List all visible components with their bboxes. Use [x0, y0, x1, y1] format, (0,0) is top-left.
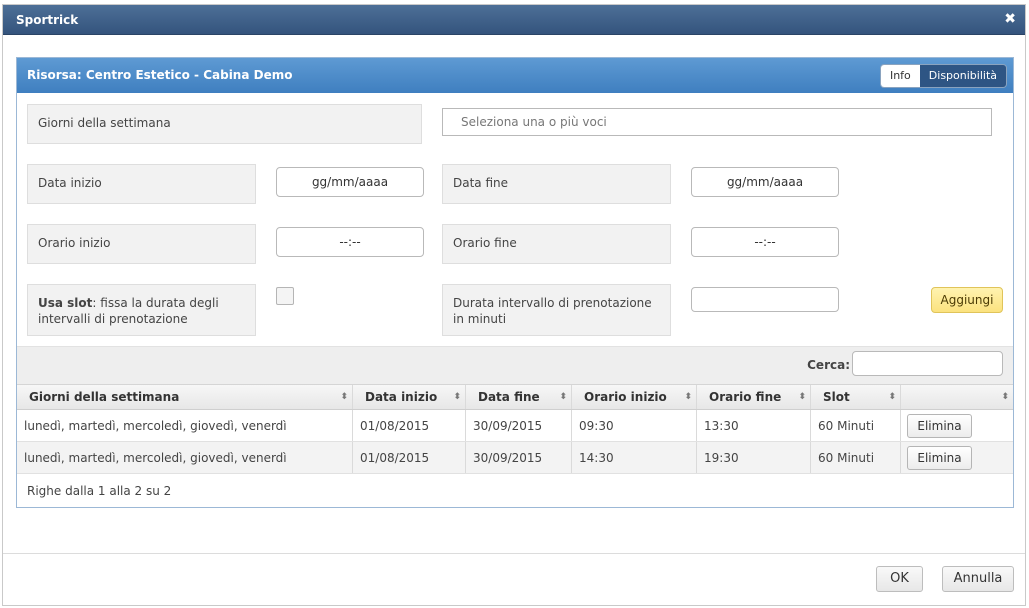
interval-label: Durata intervallo di prenotazione in min…	[442, 284, 671, 336]
sort-icon: ⬍	[559, 392, 567, 402]
col-end-date-label: Data fine	[478, 390, 540, 404]
search-bar: Cerca:	[17, 346, 1013, 384]
table-row: lunedì, martedì, mercoledì, giovedì, ven…	[17, 442, 1013, 474]
close-icon[interactable]: ✖	[1004, 11, 1016, 27]
cell-end-date: 30/09/2015	[466, 442, 572, 473]
col-start-date[interactable]: Data inizio ⬍	[353, 385, 466, 409]
tab-info[interactable]: Info	[880, 65, 920, 87]
start-date-input[interactable]: gg/mm/aaaa	[276, 167, 424, 197]
col-start-time-label: Orario inizio	[584, 390, 667, 404]
add-button[interactable]: Aggiungi	[931, 287, 1003, 313]
footer-divider	[3, 553, 1025, 554]
interval-input[interactable]	[691, 287, 839, 312]
cell-start-time: 09:30	[572, 410, 697, 441]
resource-panel: Risorsa: Centro Estetico - Cabina Demo I…	[16, 57, 1014, 508]
ok-button[interactable]: OK	[876, 566, 923, 592]
sort-icon: ⬍	[684, 392, 692, 402]
sort-icon: ⬍	[340, 392, 348, 402]
sort-icon: ⬍	[1001, 392, 1009, 402]
start-time-input[interactable]: --:--	[276, 227, 424, 257]
cell-actions: Elimina	[901, 410, 1013, 441]
search-input[interactable]	[852, 351, 1003, 376]
cell-start-time: 14:30	[572, 442, 697, 473]
cell-slot: 60 Minuti	[811, 410, 901, 441]
end-time-label: Orario fine	[442, 224, 671, 264]
cell-start-date: 01/08/2015	[353, 410, 466, 441]
cell-actions: Elimina	[901, 442, 1013, 473]
panel-header: Risorsa: Centro Estetico - Cabina Demo I…	[17, 58, 1013, 93]
view-toggle: Info Disponibilità	[879, 64, 1007, 88]
cell-days: lunedì, martedì, mercoledì, giovedì, ven…	[17, 442, 353, 473]
cell-end-date: 30/09/2015	[466, 410, 572, 441]
end-date-input[interactable]: gg/mm/aaaa	[691, 167, 839, 197]
col-end-time-label: Orario fine	[709, 390, 782, 404]
col-start-date-label: Data inizio	[365, 390, 438, 404]
use-slot-label: Usa slot: fissa la durata degli interval…	[27, 284, 256, 336]
sort-icon: ⬍	[798, 392, 806, 402]
table-info: Righe dalla 1 alla 2 su 2	[27, 484, 172, 498]
col-actions[interactable]: ⬍	[901, 385, 1013, 409]
cell-start-date: 01/08/2015	[353, 442, 466, 473]
delete-button[interactable]: Elimina	[907, 446, 972, 470]
cell-slot: 60 Minuti	[811, 442, 901, 473]
cell-end-time: 13:30	[697, 410, 811, 441]
tab-disponibilita[interactable]: Disponibilità	[919, 65, 1006, 87]
col-slot-label: Slot	[823, 390, 850, 404]
use-slot-label-bold: Usa slot	[38, 296, 93, 310]
cancel-button[interactable]: Annulla	[942, 566, 1014, 592]
col-slot[interactable]: Slot ⬍	[811, 385, 901, 409]
col-end-date[interactable]: Data fine ⬍	[466, 385, 572, 409]
dialog-titlebar: Sportrick ✖	[3, 5, 1025, 35]
sort-icon: ⬍	[453, 392, 461, 402]
use-slot-checkbox[interactable]	[276, 287, 294, 305]
sort-icon: ⬍	[888, 392, 896, 402]
col-days-label: Giorni della settimana	[29, 390, 180, 404]
dialog-title: Sportrick	[16, 13, 79, 27]
start-date-label: Data inizio	[27, 164, 256, 204]
col-start-time[interactable]: Orario inizio ⬍	[572, 385, 697, 409]
dialog: Sportrick ✖ Risorsa: Centro Estetico - C…	[2, 4, 1026, 606]
table-header: Giorni della settimana ⬍ Data inizio ⬍ Dat…	[17, 384, 1013, 410]
days-select[interactable]: Seleziona una o più voci	[442, 108, 992, 136]
table-row: lunedì, martedì, mercoledì, giovedì, ven…	[17, 410, 1013, 442]
days-label: Giorni della settimana	[27, 104, 422, 144]
delete-button[interactable]: Elimina	[907, 414, 972, 438]
search-label: Cerca:	[807, 358, 850, 372]
col-end-time[interactable]: Orario fine ⬍	[697, 385, 811, 409]
cell-end-time: 19:30	[697, 442, 811, 473]
col-days[interactable]: Giorni della settimana ⬍	[17, 385, 353, 409]
cell-days: lunedì, martedì, mercoledì, giovedì, ven…	[17, 410, 353, 441]
end-time-input[interactable]: --:--	[691, 227, 839, 257]
start-time-label: Orario inizio	[27, 224, 256, 264]
panel-title: Risorsa: Centro Estetico - Cabina Demo	[27, 68, 293, 82]
end-date-label: Data fine	[442, 164, 671, 204]
